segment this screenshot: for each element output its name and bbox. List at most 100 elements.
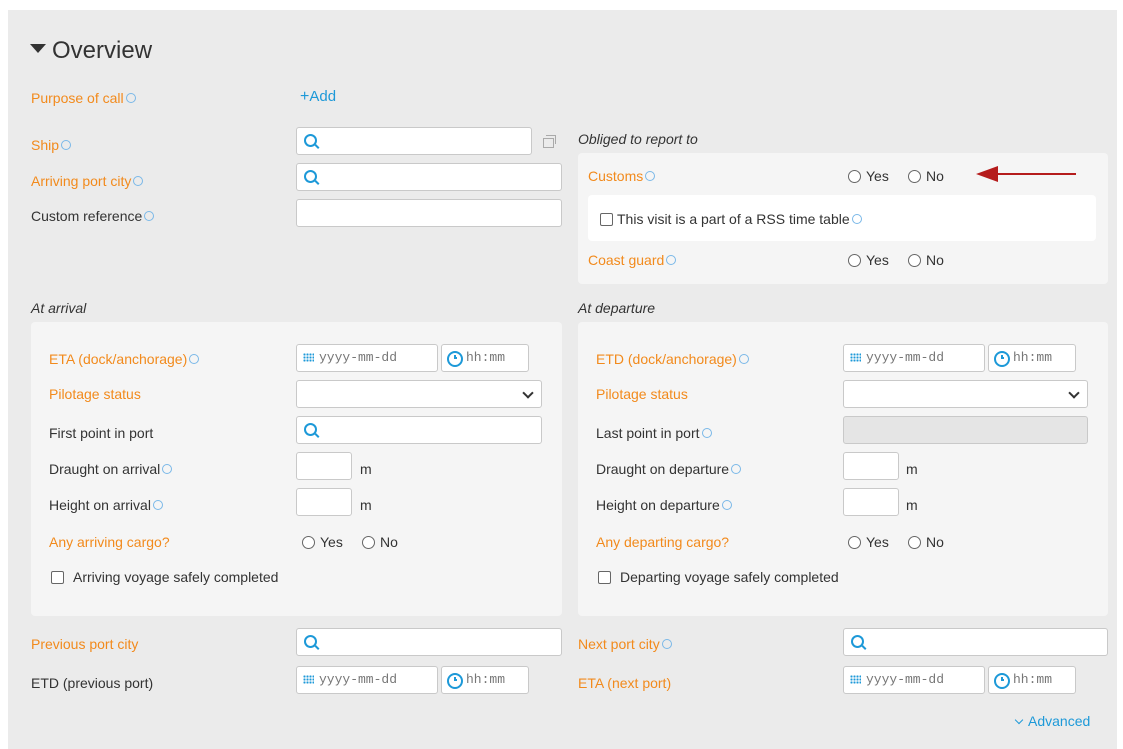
arrival-pilotage-select[interactable] — [296, 380, 542, 408]
add-purpose-button[interactable]: +Add — [300, 88, 336, 106]
radio-circle — [362, 535, 375, 549]
annotation-arrow-head-icon — [976, 166, 998, 182]
radio-circle — [908, 253, 921, 267]
etd-previous-date-input[interactable]: yyyy-mm-dd — [296, 666, 438, 694]
calendar-icon — [850, 675, 861, 684]
next-port-city-input[interactable] — [843, 628, 1108, 656]
height-arrival-unit: m — [360, 497, 372, 513]
first-point-input[interactable] — [296, 416, 542, 444]
etd-date-input[interactable]: yyyy-mm-dd — [843, 344, 985, 372]
ship-search-input[interactable] — [296, 127, 532, 155]
chevron-down-icon — [522, 387, 534, 399]
coast-guard-label: Coast guard — [588, 252, 677, 268]
draught-departure-input[interactable] — [843, 452, 899, 480]
overview-toggle[interactable]: Overview — [30, 37, 152, 65]
help-icon[interactable] — [61, 140, 72, 151]
arriving-cargo-label: Any arriving cargo? — [49, 534, 170, 550]
calendar-icon — [303, 675, 314, 684]
help-icon[interactable] — [661, 639, 672, 650]
eta-date-input[interactable]: yyyy-mm-dd — [296, 344, 438, 372]
advanced-toggle[interactable]: Advanced — [1014, 713, 1090, 729]
help-icon[interactable] — [645, 171, 656, 182]
arriving-cargo-no-radio[interactable]: No — [362, 534, 398, 550]
draught-departure-unit: m — [906, 461, 918, 477]
radio-circle — [302, 535, 315, 549]
checkbox-box — [51, 570, 64, 584]
height-arrival-input[interactable] — [296, 488, 352, 516]
height-arrival-label: Height on arrival — [49, 497, 163, 513]
help-icon[interactable] — [701, 428, 712, 439]
search-icon — [304, 134, 317, 147]
help-icon[interactable] — [152, 500, 163, 511]
search-icon — [851, 635, 864, 648]
eta-next-time-input[interactable]: hh:mm — [988, 666, 1076, 694]
help-icon[interactable] — [162, 464, 173, 475]
chevron-down-icon — [1014, 715, 1024, 725]
custom-reference-input[interactable] — [296, 199, 562, 227]
help-icon[interactable] — [144, 211, 155, 222]
caret-down-icon — [30, 44, 46, 54]
help-icon[interactable] — [133, 176, 144, 187]
help-icon[interactable] — [721, 500, 732, 511]
help-icon[interactable] — [851, 214, 862, 225]
height-departure-label: Height on departure — [596, 497, 732, 513]
clock-icon — [994, 351, 1010, 367]
purpose-of-call-label: Purpose of call — [31, 90, 136, 106]
next-port-city-label: Next port city — [578, 636, 672, 652]
calendar-icon — [850, 353, 861, 362]
coast-guard-no-radio[interactable]: No — [908, 252, 944, 268]
previous-port-city-input[interactable] — [296, 628, 562, 656]
eta-time-input[interactable]: hh:mm — [441, 344, 529, 372]
etd-time-input[interactable]: hh:mm — [988, 344, 1076, 372]
checkbox-box — [600, 212, 613, 226]
search-icon — [304, 170, 317, 183]
custom-reference-label: Custom reference — [31, 208, 155, 224]
clock-icon — [447, 673, 463, 689]
departing-cargo-label: Any departing cargo? — [596, 534, 730, 550]
radio-circle — [848, 535, 861, 549]
at-arrival-heading: At arrival — [31, 300, 87, 316]
ship-label: Ship — [31, 137, 72, 153]
last-point-label: Last point in port — [596, 425, 712, 441]
height-departure-input[interactable] — [843, 488, 899, 516]
previous-port-city-label: Previous port city — [31, 636, 139, 652]
clock-icon — [994, 673, 1010, 689]
at-departure-heading: At departure — [578, 300, 656, 316]
eta-dock-label: ETA (dock/anchorage) — [49, 351, 200, 367]
arriving-cargo-yes-radio[interactable]: Yes — [302, 534, 343, 550]
checkbox-box — [598, 570, 611, 584]
first-point-label: First point in port — [49, 425, 154, 441]
clock-icon — [447, 351, 463, 367]
coast-guard-yes-radio[interactable]: Yes — [848, 252, 889, 268]
departing-cargo-yes-radio[interactable]: Yes — [848, 534, 889, 550]
radio-circle — [908, 535, 921, 549]
customs-no-radio[interactable]: No — [908, 168, 944, 184]
help-icon[interactable] — [666, 255, 677, 266]
draught-arrival-unit: m — [360, 461, 372, 477]
departing-cargo-no-radio[interactable]: No — [908, 534, 944, 550]
search-icon — [304, 635, 317, 648]
obliged-to-report-heading: Obliged to report to — [578, 131, 698, 147]
draught-departure-label: Draught on departure — [596, 461, 742, 477]
help-icon[interactable] — [731, 464, 742, 475]
eta-next-date-input[interactable]: yyyy-mm-dd — [843, 666, 985, 694]
customs-yes-radio[interactable]: Yes — [848, 168, 889, 184]
arriving-port-city-label: Arriving port city — [31, 173, 144, 189]
chevron-down-icon — [1068, 387, 1080, 399]
departure-pilotage-select[interactable] — [843, 380, 1088, 408]
help-icon[interactable] — [738, 354, 749, 365]
radio-circle — [908, 169, 921, 183]
annotation-arrow-line — [996, 173, 1076, 175]
copy-icon[interactable] — [543, 135, 556, 148]
rss-checkbox[interactable]: This visit is a part of a RSS time table — [600, 211, 862, 227]
etd-previous-time-input[interactable]: hh:mm — [441, 666, 529, 694]
arrival-pilotage-label: Pilotage status — [49, 386, 141, 402]
arriving-voyage-checkbox[interactable]: Arriving voyage safely completed — [51, 569, 278, 585]
draught-arrival-input[interactable] — [296, 452, 352, 480]
help-icon[interactable] — [189, 354, 200, 365]
departing-voyage-checkbox[interactable]: Departing voyage safely completed — [598, 569, 839, 585]
help-icon[interactable] — [125, 93, 136, 104]
draught-arrival-label: Draught on arrival — [49, 461, 173, 477]
arriving-port-city-input[interactable] — [296, 163, 562, 191]
last-point-input — [843, 416, 1088, 444]
